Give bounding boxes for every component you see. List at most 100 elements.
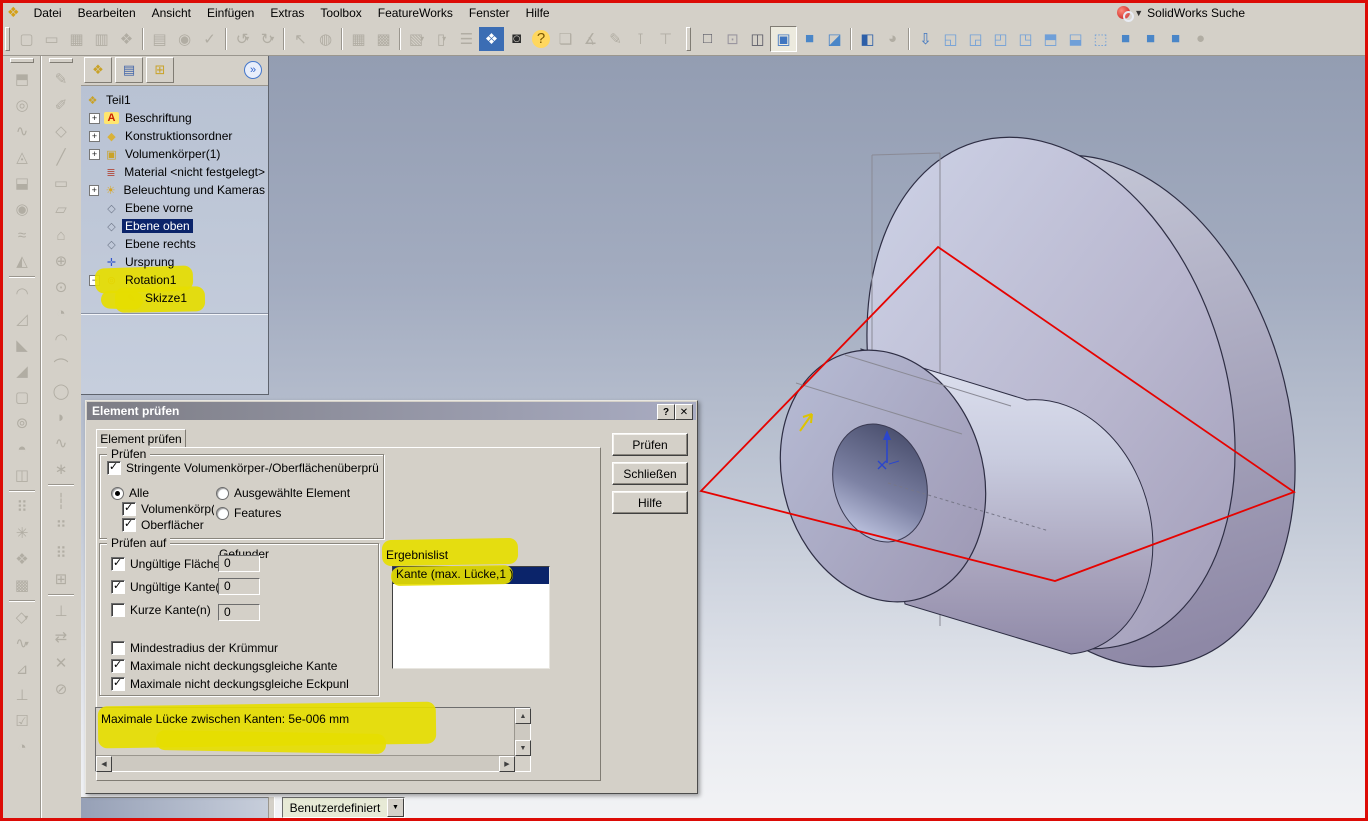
help-button[interactable]: ? <box>532 29 550 48</box>
design-study-button[interactable]: ⊥ <box>10 682 34 708</box>
dropdown-arrow-icon[interactable]: ▾ <box>420 34 424 43</box>
publish-edrawing-button[interactable]: ❖ <box>114 27 139 51</box>
view-dimetric-button[interactable]: ■ <box>1138 27 1163 51</box>
scroll-right-icon[interactable]: ▶ <box>499 756 515 772</box>
view-top-button[interactable]: ⬒ <box>1038 27 1063 51</box>
view-trimetric-button[interactable]: ■ <box>1113 27 1138 51</box>
dialog-title-bar[interactable]: Element prüfen <box>87 402 696 420</box>
view-isometric-button[interactable]: ⬚ <box>1088 27 1113 51</box>
select-button[interactable]: ↖ <box>288 27 313 51</box>
expand-icon[interactable]: + <box>89 148 100 160</box>
menu-toolbox[interactable]: Toolbox <box>312 5 369 21</box>
instant3d-button[interactable]: ⊿ <box>10 656 34 682</box>
texture-button[interactable]: ▩ <box>371 27 396 51</box>
panel-expand-chevron-icon[interactable]: » <box>244 61 262 79</box>
fillet-button[interactable]: ◠ <box>10 280 34 306</box>
schliessen-button[interactable]: Schließen <box>612 462 688 485</box>
save-button[interactable]: ▦ <box>64 27 89 51</box>
point-button[interactable]: ∗ <box>49 456 73 482</box>
screen-capture-button[interactable]: ◙ <box>504 27 529 51</box>
sketch-entities-button[interactable]: ✎ <box>603 27 628 51</box>
extruded-boss-button[interactable]: ⬒ <box>10 66 34 92</box>
view-right-button[interactable]: ◳ <box>1013 27 1038 51</box>
dropdown-arrow-icon[interactable]: ▾ <box>442 34 446 43</box>
pruefen-button[interactable]: Prüfen <box>612 433 688 456</box>
menu-datei[interactable]: Datei <box>26 5 70 21</box>
alle-radio[interactable] <box>111 486 124 500</box>
view-orientation-button[interactable]: ● <box>1188 27 1213 51</box>
tree-item-ebene-oben[interactable]: ◇ Ebene oben <box>81 217 268 235</box>
menu-fenster[interactable]: Fenster <box>461 5 518 21</box>
polygon-button[interactable]: ⌂ <box>49 222 73 248</box>
menu-extras[interactable]: Extras <box>262 5 312 21</box>
menu-ansicht[interactable]: Ansicht <box>144 5 199 21</box>
max-kante-checkbox[interactable] <box>111 658 125 673</box>
combo-dropdown-icon[interactable]: ▼ <box>387 798 404 817</box>
circular-pattern-button[interactable]: ✳ <box>10 520 34 546</box>
dropdown-arrow-icon[interactable]: ▾ <box>25 639 29 648</box>
tangent-arc-button[interactable]: ◠ <box>49 326 73 352</box>
units-combo[interactable]: Benutzerdefiniert ▼ <box>282 797 405 818</box>
extruded-cut-button[interactable]: ⬓ <box>10 170 34 196</box>
menu-einfuegen[interactable]: Einfügen <box>199 5 262 21</box>
sketch-button[interactable]: ✎ <box>49 66 73 92</box>
result-list-item-selected[interactable]: Kante (max. Lücke,1 ) <box>390 564 549 587</box>
reference-geometry-button[interactable]: ◇ ▾ <box>10 604 34 630</box>
spell-check-button[interactable]: ✓ <box>197 27 222 51</box>
hilfe-button[interactable]: Hilfe <box>612 491 688 514</box>
expand-icon[interactable]: + <box>89 130 100 142</box>
circle-button[interactable]: ⊕ <box>49 248 73 274</box>
perimeter-circle-button[interactable]: ⊙ <box>49 274 73 300</box>
tab-featuremanager[interactable]: ❖ <box>84 57 112 83</box>
scroll-up-icon[interactable]: ▲ <box>515 708 531 724</box>
expand-icon[interactable]: + <box>89 184 100 196</box>
parallelogram-button[interactable]: ▱ <box>49 196 73 222</box>
toolbar-drag-handle[interactable] <box>49 58 73 63</box>
appearance-button[interactable]: ❏ <box>553 27 578 51</box>
tree-item-beschriftung[interactable]: + A Beschriftung <box>81 109 268 127</box>
partial-ellipse-button[interactable]: ◗ <box>49 404 73 430</box>
view-left-button[interactable]: ◰ <box>988 27 1013 51</box>
menu-bearbeiten[interactable]: Bearbeiten <box>70 5 144 21</box>
convert-entities-button[interactable]: ⠛ <box>49 514 73 540</box>
centerline-button[interactable]: ┆ <box>49 488 73 514</box>
horizontal-scrollbar[interactable]: ◀ ▶ <box>96 755 515 772</box>
result-listbox[interactable]: Kante (max. Lücke,1 ) <box>390 564 550 669</box>
tree-item-ebene-rechts[interactable]: ◇ Ebene rechts <box>81 235 268 253</box>
shaded-display-button[interactable]: ▧ ▾ <box>404 27 429 51</box>
curvature-button[interactable]: ◕ <box>880 27 905 51</box>
volumenkoerper-checkbox[interactable] <box>122 501 136 516</box>
lamp-button[interactable]: ⊤ <box>653 27 678 51</box>
view-single-button[interactable]: ■ <box>1163 27 1188 51</box>
measure-button[interactable]: ∡ <box>578 27 603 51</box>
ungueltige-flaechen-checkbox[interactable] <box>111 556 125 571</box>
rectangle-button[interactable]: ▭ <box>49 170 73 196</box>
tree-item-volumenkoerper[interactable]: + ▣ Volumenkörper(1) <box>81 145 268 163</box>
menu-featureworks[interactable]: FeatureWorks <box>370 5 461 21</box>
revolved-boss-button[interactable]: ◎ <box>10 92 34 118</box>
curves-button[interactable]: ∿ ▾ <box>10 630 34 656</box>
redo-button[interactable]: ↻ ▾ <box>255 27 280 51</box>
ungueltige-kanten-checkbox[interactable] <box>111 579 125 594</box>
tree-item-teil1[interactable]: ❖ Teil1 <box>81 91 268 109</box>
viewport-3d-model[interactable] <box>641 95 1368 795</box>
tree-item-konstruktionsordner[interactable]: + ◆ Konstruktionsordner <box>81 127 268 145</box>
swept-cut-button[interactable]: ≈ <box>10 222 34 248</box>
shell-button[interactable]: ▢ <box>10 384 34 410</box>
shaded-button[interactable]: ■ <box>797 27 822 51</box>
menu-hilfe[interactable]: Hilfe <box>518 5 558 21</box>
normal-to-button[interactable]: ⇩ <box>913 27 938 51</box>
hidden-lines-visible-button[interactable]: ⊡ <box>720 27 745 51</box>
zoom-to-fit-button[interactable]: ❖ <box>479 26 504 51</box>
print-preview-button[interactable]: ◉ <box>172 27 197 51</box>
wireframe-button[interactable]: □ <box>695 27 720 51</box>
shadows-button[interactable]: ◪ <box>822 27 847 51</box>
linear-pattern-button[interactable]: ⠿ <box>10 494 34 520</box>
window-layout-button[interactable]: ▥ <box>89 27 114 51</box>
view-back-button[interactable]: ◲ <box>963 27 988 51</box>
trim-entities-button[interactable]: ✕ <box>49 650 73 676</box>
view-front-button[interactable]: ◱ <box>938 27 963 51</box>
undo-button[interactable]: ↺ ▾ <box>230 27 255 51</box>
rib-button[interactable]: ◣ <box>10 332 34 358</box>
swept-boss-button[interactable]: ∿ <box>10 118 34 144</box>
